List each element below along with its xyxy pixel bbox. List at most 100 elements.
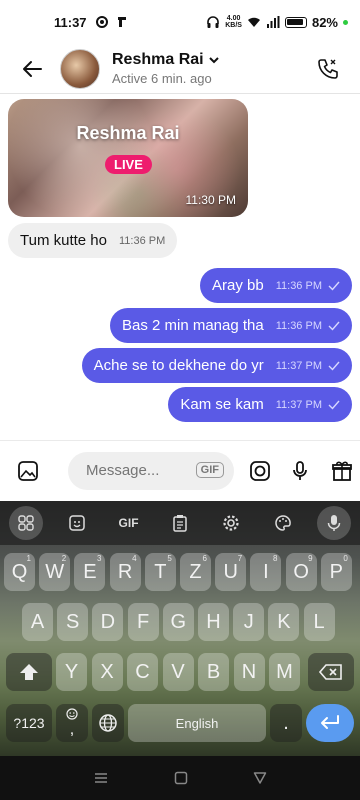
key-l[interactable]: L [303,603,335,641]
key-label: A [30,610,45,633]
chevron-down-icon [208,57,219,64]
keyboard: GIF ?123 , English . Q1W2E3R4T5Z6U7I8O9P… [0,501,360,756]
symbols-key[interactable]: ?123 [6,704,52,742]
voice-button[interactable] [282,453,318,489]
enter-key[interactable] [306,704,354,742]
message-time: 11:37 PM [275,398,322,411]
keyboard-menu-button[interactable] [0,501,51,545]
theme-button[interactable] [257,501,308,545]
key-label: H [206,610,221,633]
live-video-card[interactable]: Reshma Rai LIVE 11:30 PM [8,99,248,217]
key-v[interactable]: V [162,653,194,691]
charging-dot-icon [343,19,348,25]
voice-input-button[interactable] [309,501,360,545]
live-card-time: 11:30 PM [185,193,236,207]
signal-icon [266,16,280,28]
key-hint: 0 [343,554,348,563]
key-b[interactable]: B [198,653,229,691]
space-key[interactable]: English [128,704,266,742]
key-label: B [206,660,221,683]
key-y[interactable]: Y [56,653,87,691]
key-w[interactable]: W2 [39,553,71,591]
gallery-button[interactable] [10,453,46,489]
keyboard-gif-button[interactable]: GIF [103,501,154,545]
key-g[interactable]: G [162,603,194,641]
camera-button[interactable] [242,453,278,489]
key-label: O [293,560,309,583]
key-r[interactable]: R4 [109,553,141,591]
key-f[interactable]: F [127,603,159,641]
contact-avatar[interactable] [60,48,100,89]
key-i[interactable]: I8 [250,553,282,591]
key-m[interactable]: M [269,653,300,691]
contact-name: Reshma Rai [112,51,204,68]
message-bubble[interactable]: Ache se to dekhene do yr 11:37 PM [81,348,352,383]
key-a[interactable]: A [22,603,53,641]
message-list[interactable]: Reshma Rai LIVE 11:30 PM Tum kutte ho 11… [0,95,360,437]
keyboard-settings-button[interactable] [206,501,257,545]
message-bubble[interactable]: Bas 2 min manag tha 11:36 PM [109,308,352,343]
gift-button[interactable] [324,453,360,489]
arrow-left-icon [23,60,42,77]
key-q[interactable]: Q1 [4,553,35,591]
microphone-icon [293,460,307,480]
key-hint: 9 [308,554,313,563]
emoji-icon [66,708,78,720]
gif-button[interactable]: GIF [195,461,224,478]
key-c[interactable]: C [127,653,158,691]
key-p[interactable]: P0 [320,553,352,591]
key-x[interactable]: X [91,653,123,691]
check-icon [328,361,340,371]
call-button[interactable] [312,53,344,85]
app-notification-icon [117,17,126,27]
key-j[interactable]: J [233,603,265,641]
message-text: Kam se kam [180,396,264,413]
gift-icon [332,461,352,481]
language-key[interactable] [92,704,124,742]
key-hint: 6 [202,554,207,563]
key-u[interactable]: U7 [215,553,247,591]
message-composer: GIF [0,440,360,500]
battery-icon [284,16,307,28]
emoji-key[interactable]: , [56,704,88,742]
key-o[interactable]: O9 [285,553,317,591]
status-time: 11:37 [54,14,87,30]
key-label: E [83,560,97,583]
clipboard-icon [173,515,187,532]
check-icon [328,321,340,331]
key-h[interactable]: H [198,603,229,641]
clipboard-button[interactable] [154,501,205,545]
enter-arrow-icon [321,715,339,729]
camera-icon [250,460,270,481]
globe-icon [99,714,117,732]
backspace-key[interactable] [308,653,354,691]
check-icon [328,281,340,291]
message-time: 11:37 PM [275,359,322,372]
key-z[interactable]: Z6 [180,553,211,591]
key-e[interactable]: E3 [74,553,106,591]
sticker-button[interactable] [51,501,102,545]
key-s[interactable]: S [57,603,89,641]
microphone-icon [328,515,341,531]
menu-icon[interactable] [93,771,109,785]
key-label: K [277,610,291,633]
shift-key[interactable] [6,653,52,691]
message-time: 11:36 PM [275,279,322,292]
message-bubble[interactable]: Kam se kam 11:37 PM [168,387,352,422]
palette-icon [275,515,291,531]
back-button[interactable] [8,45,56,93]
message-time: 11:36 PM [118,234,166,247]
back-triangle-icon[interactable] [253,771,267,785]
key-d[interactable]: D [92,603,124,641]
key-k[interactable]: K [268,603,300,641]
period-key[interactable]: . [270,704,302,742]
comma-label: , [69,721,75,738]
message-bubble[interactable]: Aray bb 11:36 PM [200,268,352,303]
key-t[interactable]: T5 [144,553,176,591]
contact-info[interactable]: Reshma Rai Active 6 min. ago [112,51,220,86]
home-square-icon[interactable] [174,771,188,785]
key-n[interactable]: N [233,653,265,691]
key-label: I [263,560,269,583]
message-bubble[interactable]: Tum kutte ho 11:36 PM [8,223,178,258]
battery-level: 82% [311,14,338,30]
